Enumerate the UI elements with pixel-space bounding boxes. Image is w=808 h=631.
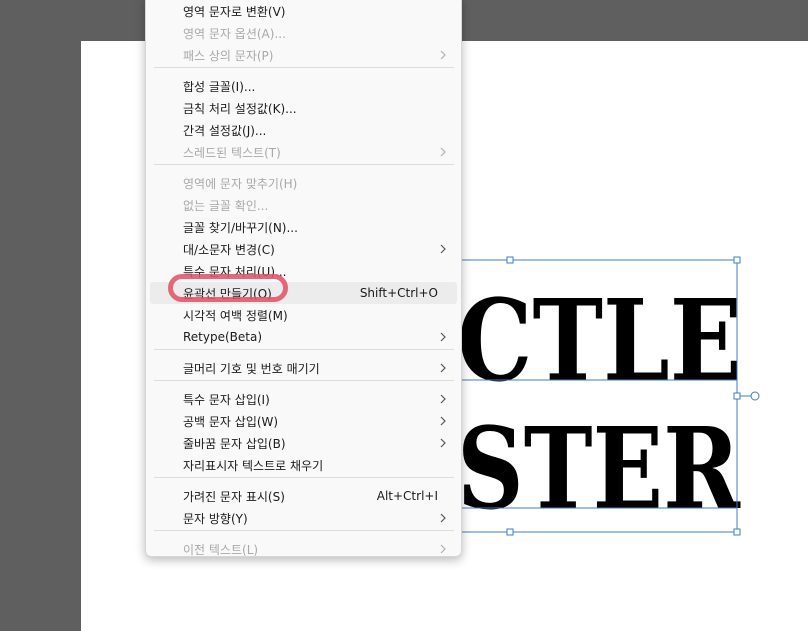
chevron-right-icon <box>440 147 446 157</box>
menu-separator <box>154 349 454 350</box>
menu-separator <box>154 477 454 478</box>
chevron-right-icon <box>440 363 446 373</box>
menu-item-14[interactable]: 시각적 여백 정렬(M) <box>150 304 457 326</box>
menu-item-22[interactable]: 문자 방향(Y) <box>150 507 457 529</box>
chevron-right-icon <box>440 438 446 448</box>
menu-item-label: 시각적 여백 정렬(M) <box>183 308 288 323</box>
menu-item-label: 공백 문자 삽입(W) <box>183 414 279 429</box>
menu-item-2: 영역 문자 옵션(A)... <box>150 22 457 44</box>
menu-item-label: 대/소문자 변경(C) <box>183 242 275 257</box>
menu-item-label: 간격 설정값(J)... <box>183 123 267 138</box>
menu-item-6[interactable]: 간격 설정값(J)... <box>150 119 457 141</box>
menu-item-15[interactable]: Retype(Beta) <box>150 326 457 348</box>
menu-separator <box>154 530 454 531</box>
menu-item-9: 없는 글꼴 확인... <box>150 194 457 216</box>
menu-item-label: 스레드된 텍스트(T) <box>183 145 281 160</box>
menu-item-10[interactable]: 글꼴 찾기/바꾸기(N)... <box>150 216 457 238</box>
menu-item-label: 패스 상의 문자(P) <box>183 48 274 63</box>
menu-item-label: Retype(Beta) <box>183 330 263 344</box>
chevron-right-icon <box>440 513 446 523</box>
selection-handle-bottom-middle[interactable] <box>506 528 514 536</box>
selection-handle-bottom-right[interactable] <box>733 528 741 536</box>
menu-item-19[interactable]: 줄바꿈 문자 삽입(B) <box>150 432 457 454</box>
menu-item-label: 자리표시자 텍스트로 채우기 <box>183 458 324 473</box>
chevron-right-icon <box>440 50 446 60</box>
menu-item-3: 패스 상의 문자(P) <box>150 44 457 66</box>
menu-item-4[interactable]: 합성 글꼴(I)... <box>150 75 457 97</box>
menu-separator <box>154 164 454 165</box>
menu-item-20[interactable]: 자리표시자 텍스트로 채우기 <box>150 454 457 476</box>
chevron-right-icon <box>440 544 446 554</box>
highlight-annotation <box>168 274 288 302</box>
menu-item-8: 영역에 문자 맞추기(H) <box>150 172 457 194</box>
menu-item-label: 가려진 문자 표시(S) <box>183 489 285 504</box>
selection-handle-top-right[interactable] <box>733 256 741 264</box>
menu-separator <box>154 67 454 68</box>
menu-item-label: 영역에 문자 맞추기(H) <box>183 176 298 191</box>
menu-item-label: 금칙 처리 설정값(K)... <box>183 101 297 116</box>
menu-separator <box>154 380 454 381</box>
menu-item-7: 스레드된 텍스트(T) <box>150 141 457 163</box>
menu-item-label: 글머리 기호 및 번호 매기기 <box>183 361 320 376</box>
menu-item-label: 영역 문자 옵션(A)... <box>183 26 286 41</box>
selection-handle-middle-right[interactable] <box>733 392 741 400</box>
menu-item-label: 문자 방향(Y) <box>183 511 248 526</box>
menu-item-1[interactable]: 영역 문자로 변환(V) <box>150 0 457 22</box>
menu-item-label: 영역 문자로 변환(V) <box>183 4 286 19</box>
menu-item-21[interactable]: 가려진 문자 표시(S) Alt+Ctrl+I <box>150 485 457 507</box>
menu-item-label: 합성 글꼴(I)... <box>183 79 256 94</box>
menu-item-label: 줄바꿈 문자 삽입(B) <box>183 436 286 451</box>
menu-item-label: 이전 텍스트(L) <box>183 542 259 557</box>
menu-item-16[interactable]: 글머리 기호 및 번호 매기기 <box>150 357 457 379</box>
menu-item-shortcut: Shift+Ctrl+O <box>359 286 438 300</box>
chevron-right-icon <box>440 332 446 342</box>
text-overflow-port[interactable] <box>750 391 760 401</box>
menu-item-shortcut: Alt+Ctrl+I <box>376 489 438 503</box>
chevron-right-icon <box>440 394 446 404</box>
menu-item-label: 글꼴 찾기/바꾸기(N)... <box>183 220 298 235</box>
chevron-right-icon <box>440 416 446 426</box>
menu-item-11[interactable]: 대/소문자 변경(C) <box>150 238 457 260</box>
menu-item-label: 특수 문자 삽입(I) <box>183 392 270 407</box>
menu-item-23: 이전 텍스트(L) <box>150 538 457 560</box>
menu-item-label: 없는 글꼴 확인... <box>183 198 269 213</box>
menu-item-17[interactable]: 특수 문자 삽입(I) <box>150 388 457 410</box>
chevron-right-icon <box>440 244 446 254</box>
selection-handle-top-middle[interactable] <box>506 256 514 264</box>
menu-item-5[interactable]: 금칙 처리 설정값(K)... <box>150 97 457 119</box>
menu-item-18[interactable]: 공백 문자 삽입(W) <box>150 410 457 432</box>
